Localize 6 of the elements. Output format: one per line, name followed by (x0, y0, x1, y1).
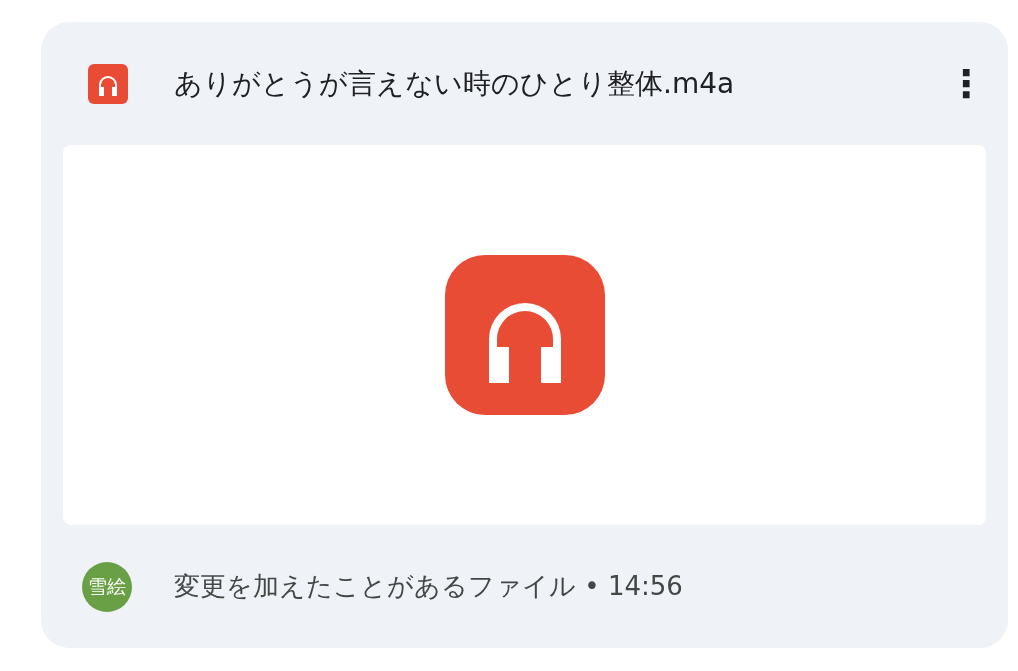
headphones-icon (444, 255, 605, 415)
headphones-icon (88, 63, 128, 104)
more-menu-button[interactable]: ⋮ (946, 61, 986, 106)
activity-text: 変更を加えたことがあるファイル • 14:56 (174, 570, 683, 603)
user-avatar: 雪絵 (82, 561, 132, 612)
file-name: ありがとうが言えない時のひとり整体.m4a (174, 65, 736, 102)
